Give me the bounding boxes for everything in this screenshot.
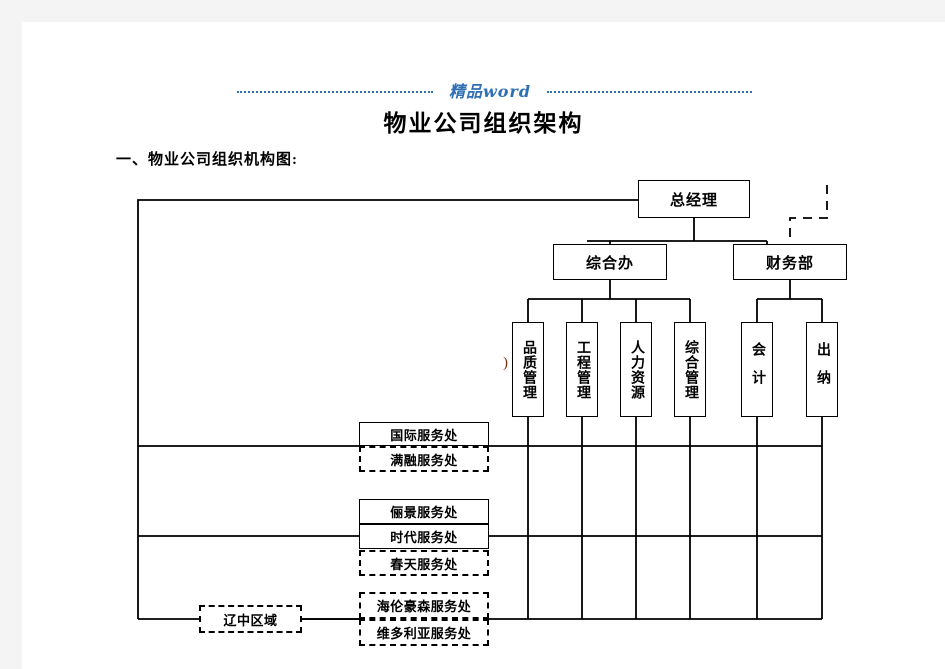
node-engineering-management-label: 工程管理: [575, 339, 590, 400]
node-general-manager-label: 总经理: [669, 192, 718, 209]
edge-dashed-to-cwb: [789, 185, 828, 244]
node-general-office-label: 综合办: [585, 255, 634, 272]
node-human-resources[interactable]: 人力资源: [620, 322, 652, 417]
node-liaozhong-district[interactable]: 辽中区域: [199, 605, 302, 633]
node-cashier[interactable]: 出纳: [806, 322, 838, 417]
node-chuntian-service-office[interactable]: 春天服务处: [359, 550, 489, 576]
node-finance-department-label: 财务部: [765, 255, 814, 272]
node-general-office[interactable]: 综合办: [553, 244, 667, 280]
node-accounting[interactable]: 会计: [741, 322, 773, 417]
node-cashier-label: 出纳: [815, 341, 830, 398]
node-shidai-service-office-label: 时代服务处: [390, 530, 458, 545]
node-quality-management-label: 品质管理: [521, 339, 536, 400]
node-weiduoliya-service-office-label: 维多利亚服务处: [376, 626, 472, 641]
node-weiduoliya-service-office[interactable]: 维多利亚服务处: [359, 619, 489, 646]
node-comprehensive-management-label: 综合管理: [683, 339, 698, 400]
node-finance-department[interactable]: 财务部: [733, 244, 847, 280]
node-lijing-service-office-label: 俪景服务处: [390, 505, 458, 520]
node-manrong-service-office-label: 满融服务处: [390, 452, 458, 468]
node-international-service-office[interactable]: 国际服务处: [359, 422, 489, 446]
node-chuntian-service-office-label: 春天服务处: [390, 556, 458, 572]
node-comprehensive-management[interactable]: 综合管理: [674, 322, 706, 417]
node-liaozhong-district-label: 辽中区域: [223, 612, 278, 628]
node-shidai-service-office[interactable]: 时代服务处: [359, 524, 489, 549]
node-general-manager[interactable]: 总经理: [638, 180, 750, 218]
node-helunhaosen-service-office[interactable]: 海伦豪森服务处: [359, 592, 489, 619]
stray-paren-artifact: ): [503, 355, 508, 371]
node-quality-management[interactable]: 品质管理: [512, 322, 544, 417]
node-human-resources-label: 人力资源: [629, 339, 644, 400]
node-engineering-management[interactable]: 工程管理: [566, 322, 598, 417]
node-manrong-service-office[interactable]: 满融服务处: [359, 446, 489, 472]
document-page: 精品word 物业公司组织架构 一、物业公司组织机构图: 总经理 综合办 财务部…: [22, 22, 945, 669]
node-international-service-office-label: 国际服务处: [390, 427, 458, 443]
node-accounting-label: 会计: [750, 341, 765, 398]
node-helunhaosen-service-office-label: 海伦豪森服务处: [376, 599, 472, 614]
node-lijing-service-office[interactable]: 俪景服务处: [359, 499, 489, 524]
